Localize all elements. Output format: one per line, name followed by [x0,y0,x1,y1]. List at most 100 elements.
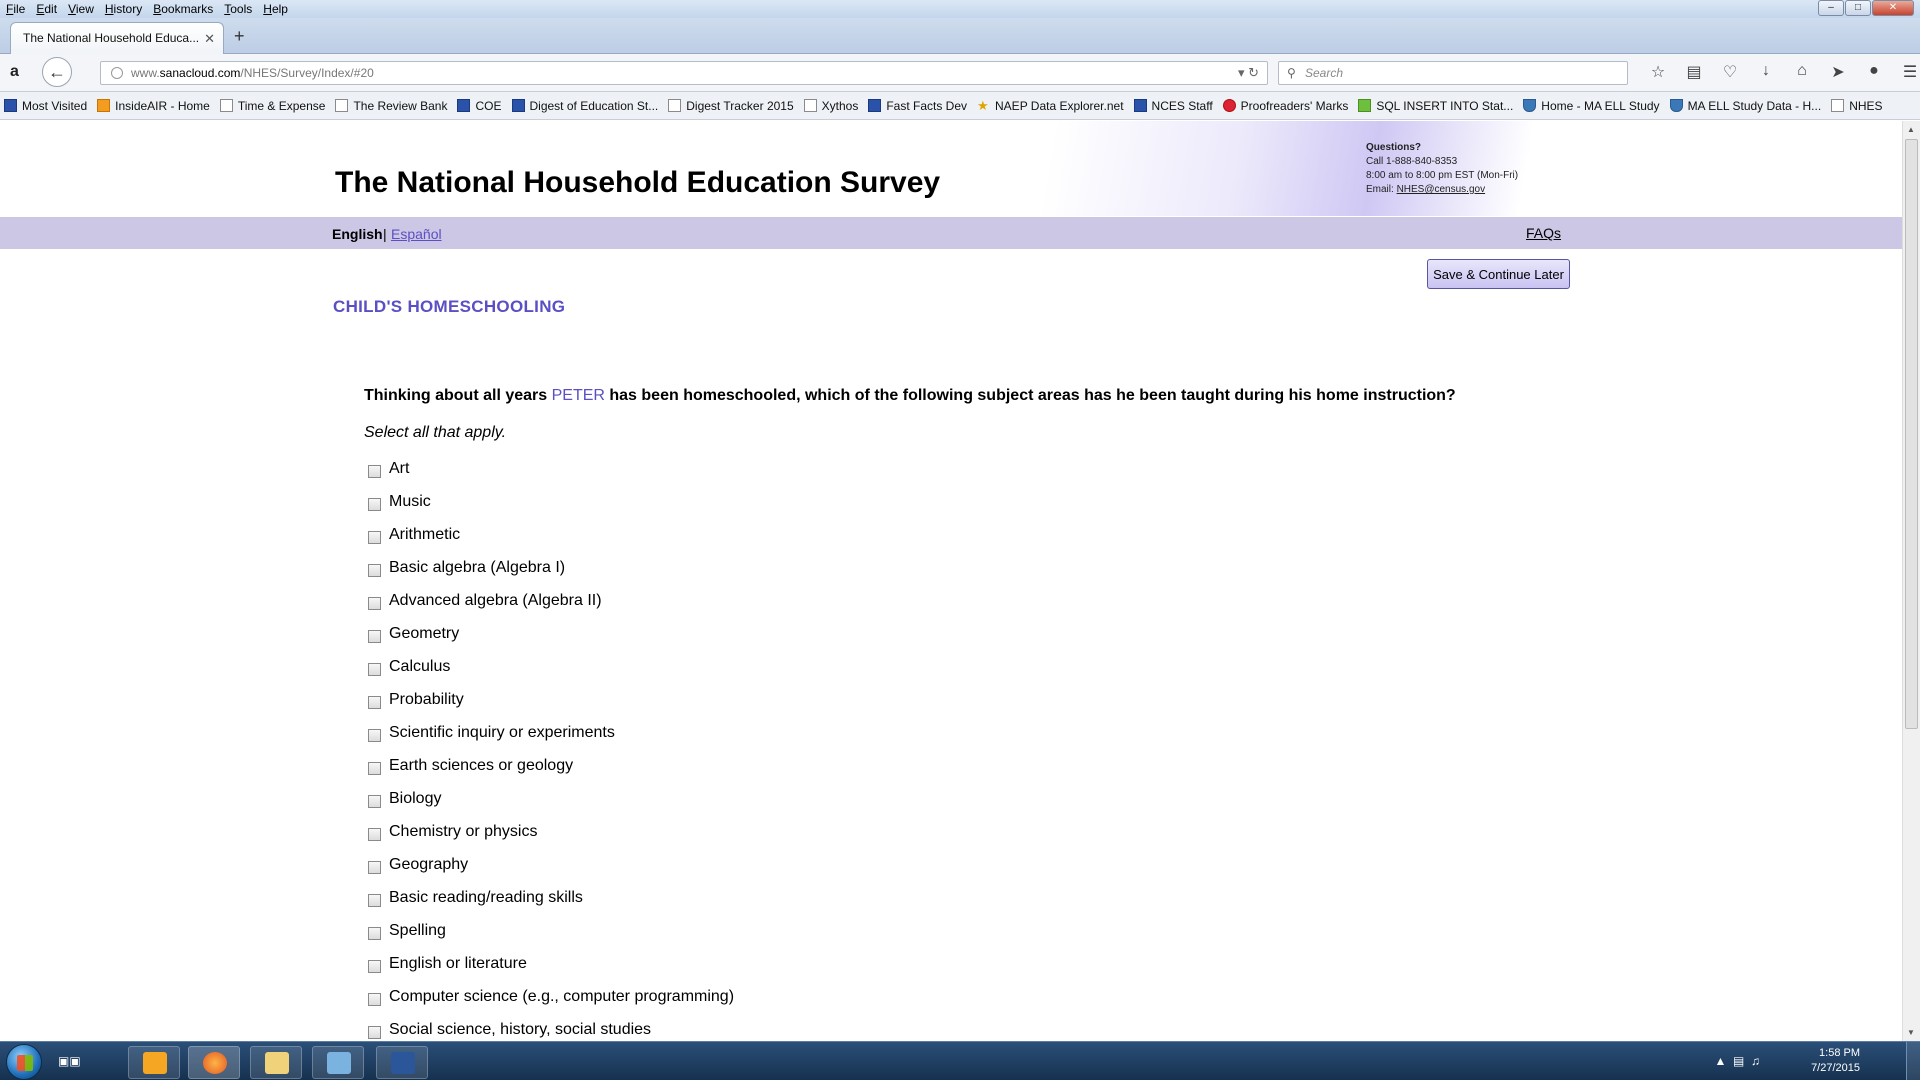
reading-list-icon[interactable]: ▤ [1676,62,1712,82]
restore-button[interactable]: □ [1845,0,1871,16]
scrollbar-thumb[interactable] [1905,139,1918,729]
menu-view[interactable]: View [68,2,94,16]
checkbox[interactable] [368,663,381,676]
checkbox[interactable] [368,531,381,544]
bookmark-time-expense[interactable]: Time & Expense [219,99,325,113]
page-icon [335,99,349,112]
option-art[interactable]: Art [368,460,734,493]
new-tab-icon[interactable]: + [234,26,245,47]
checkbox[interactable] [368,696,381,709]
taskbar-firefox[interactable] [188,1046,240,1079]
clock[interactable]: 1:58 PM 7/27/2015 [1811,1046,1860,1076]
option-calculus[interactable]: Calculus [368,658,734,691]
option-spelling[interactable]: Spelling [368,922,734,955]
reload-icon[interactable]: ▾ ↻ [1238,65,1259,81]
menu-bookmarks[interactable]: Bookmarks [153,2,213,16]
tray-icons[interactable]: ▲ ▤ ♫ [1714,1054,1760,1068]
bookmark-digest[interactable]: Digest of Education St... [511,99,658,113]
checkbox[interactable] [368,597,381,610]
menu-file[interactable]: File [6,2,25,16]
checkbox[interactable] [368,894,381,907]
start-button[interactable] [6,1044,42,1080]
taskbar-lync[interactable] [312,1046,364,1079]
download-icon[interactable]: ↓ [1748,62,1784,82]
bookmark-star-icon[interactable]: ☆ [1640,62,1676,82]
option-advanced-algebra[interactable]: Advanced algebra (Algebra II) [368,592,734,625]
option-biology[interactable]: Biology [368,790,734,823]
bookmark-xythos[interactable]: Xythos [803,99,858,113]
bookmark-review-bank[interactable]: The Review Bank [335,99,447,113]
option-basic-algebra[interactable]: Basic algebra (Algebra I) [368,559,734,592]
search-input[interactable]: ⚲ Search [1278,61,1628,85]
show-desktop-button[interactable] [1906,1042,1920,1080]
faqs-link[interactable]: FAQs [1526,225,1561,241]
vertical-scrollbar[interactable]: ▲ ▼ [1902,121,1920,1041]
option-basic-reading[interactable]: Basic reading/reading skills [368,889,734,922]
chat-icon[interactable]: ● [1856,62,1892,82]
minimize-button[interactable]: – [1818,0,1844,16]
option-geometry[interactable]: Geometry [368,625,734,658]
menu-history[interactable]: History [105,2,142,16]
taskbar-word[interactable] [376,1046,428,1079]
option-computer-science[interactable]: Computer science (e.g., computer program… [368,988,734,1021]
close-window-button[interactable]: ✕ [1872,0,1914,16]
site-info-icon[interactable] [111,67,123,79]
checkbox[interactable] [368,564,381,577]
bookmark-fast-facts[interactable]: Fast Facts Dev [868,99,967,113]
option-social-science[interactable]: Social science, history, social studies [368,1021,734,1041]
bookmark-digest-tracker[interactable]: Digest Tracker 2015 [668,99,794,113]
bookmark-ma-ell-data[interactable]: MA ELL Study Data - H... [1669,99,1821,113]
back-arrow-icon[interactable]: ← [42,57,72,87]
contact-email-link[interactable]: NHES@census.gov [1397,184,1486,195]
bookmark-sql[interactable]: SQL INSERT INTO Stat... [1358,99,1513,113]
url-bar[interactable]: www.sanacloud.com/NHES/Survey/Index/#20 … [100,61,1268,85]
pocket-icon[interactable]: ♡ [1712,62,1748,82]
checkbox[interactable] [368,630,381,643]
option-music[interactable]: Music [368,493,734,526]
scroll-up-icon[interactable]: ▲ [1907,125,1915,134]
bookmark-naep[interactable]: ★ NAEP Data Explorer.net [977,99,1124,113]
desktop-switch-icon[interactable]: ▣▣ [58,1054,81,1068]
hamburger-menu-icon[interactable]: ☰ [1892,62,1920,82]
option-label: Basic algebra (Algebra I) [389,559,566,576]
taskbar-explorer[interactable] [250,1046,302,1079]
checkbox[interactable] [368,861,381,874]
checkbox[interactable] [368,729,381,742]
bookmark-nces-staff[interactable]: NCES Staff [1133,99,1213,113]
checkbox[interactable] [368,828,381,841]
option-chemistry-physics[interactable]: Chemistry or physics [368,823,734,856]
sql-icon [1358,99,1372,112]
send-icon[interactable]: ➤ [1820,62,1856,82]
scroll-down-icon[interactable]: ▼ [1907,1028,1915,1037]
checkbox[interactable] [368,927,381,940]
menu-tools[interactable]: Tools [224,2,252,16]
option-probability[interactable]: Probability [368,691,734,724]
option-english-literature[interactable]: English or literature [368,955,734,988]
option-arithmetic[interactable]: Arithmetic [368,526,734,559]
option-geography[interactable]: Geography [368,856,734,889]
checkbox[interactable] [368,795,381,808]
bookmark-coe[interactable]: COE [457,99,502,113]
option-earth-sciences[interactable]: Earth sciences or geology [368,757,734,790]
amazon-icon[interactable]: a [10,63,19,81]
bookmark-proofreaders[interactable]: Proofreaders' Marks [1222,99,1348,113]
menu-edit[interactable]: Edit [36,2,57,16]
taskbar-outlook[interactable] [128,1046,180,1079]
option-scientific-inquiry[interactable]: Scientific inquiry or experiments [368,724,734,757]
tab-close-icon[interactable]: ✕ [204,31,215,47]
checkbox[interactable] [368,1026,381,1039]
bookmark-most-visited[interactable]: Most Visited [4,99,87,113]
bookmark-nhes[interactable]: NHES [1831,99,1883,113]
checkbox[interactable] [368,993,381,1006]
browser-tab[interactable]: The National Household Educa... ✕ [10,22,224,55]
home-icon[interactable]: ⌂ [1784,62,1820,82]
checkbox[interactable] [368,498,381,511]
checkbox[interactable] [368,762,381,775]
language-spanish-link[interactable]: Español [391,226,442,242]
menu-help[interactable]: Help [263,2,288,16]
save-continue-later-button[interactable]: Save & Continue Later [1427,259,1570,289]
bookmark-ma-ell-home[interactable]: Home - MA ELL Study [1523,99,1660,113]
checkbox[interactable] [368,465,381,478]
checkbox[interactable] [368,960,381,973]
bookmark-insideair[interactable]: InsideAIR - Home [97,99,210,113]
